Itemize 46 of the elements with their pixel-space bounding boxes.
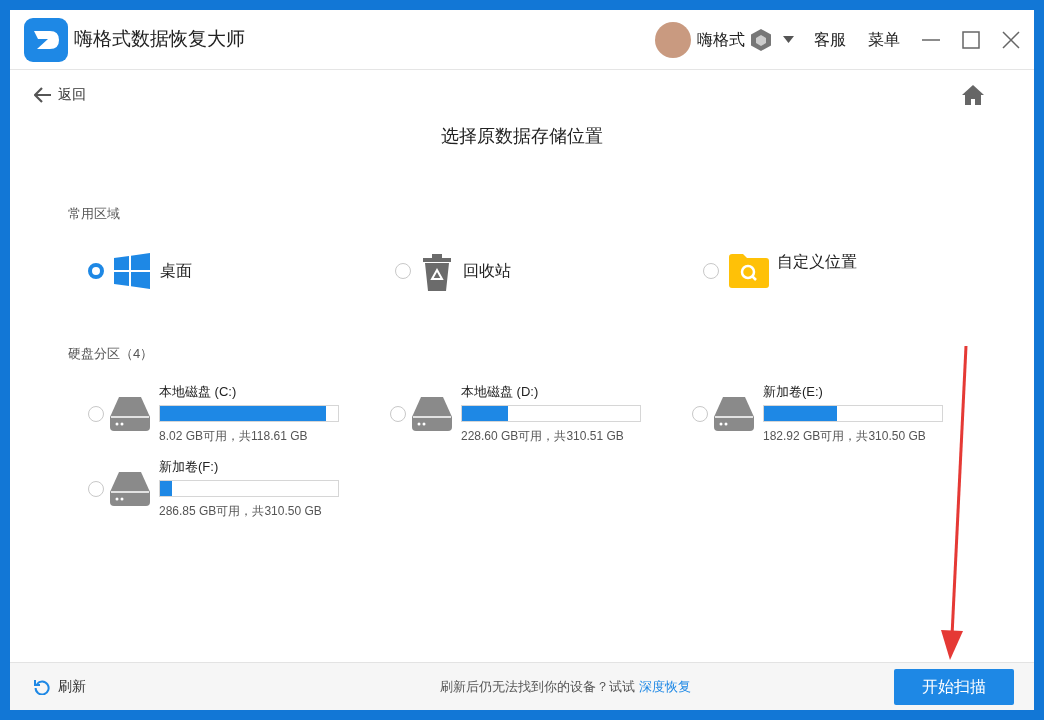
header-link[interactable]: 客服 (814, 27, 846, 52)
partition-name: 本地磁盘 (C:) (159, 383, 238, 401)
location-option[interactable]: 自定义位置 (776, 249, 857, 274)
back-button[interactable]: 返回 (34, 84, 86, 105)
windows-icon (114, 252, 150, 289)
app-logo-icon (24, 17, 68, 62)
hard-drive-icon (714, 396, 754, 431)
refresh-button[interactable]: 刷新 (34, 676, 86, 697)
badge-icon (751, 28, 771, 51)
radio-button[interactable] (702, 262, 719, 279)
radio-button[interactable] (390, 405, 406, 422)
avatar[interactable] (655, 21, 691, 58)
radio-button[interactable] (395, 262, 412, 279)
user-name: 嗨格式 (697, 29, 745, 50)
partition-name: 新加卷(E:) (763, 383, 824, 401)
partition-info: 8.02 GB可用，共118.61 GB (159, 428, 309, 444)
section-title: 常用区域 (68, 205, 120, 223)
page-heading: 选择原数据存储位置 (441, 125, 603, 148)
partition-name: 本地磁盘 (D:) (461, 383, 540, 401)
radio-button[interactable] (88, 262, 104, 279)
folder-search-icon (728, 253, 769, 288)
section-title: 硬盘分区（4） (68, 344, 154, 363)
dropdown-caret-icon[interactable] (783, 36, 794, 43)
hard-drive-icon (110, 396, 150, 431)
back-arrow-icon (34, 86, 52, 103)
hint-text: 刷新后仍无法找到你的设备？试试 (439, 677, 635, 696)
partition-info: 286.85 GB可用，共310.50 GB (159, 503, 323, 519)
radio-button[interactable] (88, 405, 104, 422)
home-icon[interactable] (962, 84, 984, 105)
start-scan-button[interactable]: 开始扫描 (894, 668, 1014, 705)
partition-name: 新加卷(F:) (159, 458, 220, 476)
radio-button[interactable] (692, 405, 708, 422)
deep-recovery-link[interactable]: 深度恢复 (638, 676, 691, 697)
partition-info: 182.92 GB可用，共310.50 GB (763, 428, 927, 444)
header-link[interactable]: 菜单 (868, 27, 900, 52)
window-title: 嗨格式数据恢复大师 (74, 27, 245, 52)
hard-drive-icon (110, 471, 150, 506)
minimize-icon[interactable] (922, 38, 940, 41)
maximize-icon[interactable] (962, 30, 980, 49)
hard-drive-icon (412, 396, 452, 431)
close-icon[interactable] (1002, 30, 1020, 49)
location-option[interactable]: 桌面 (160, 258, 192, 283)
partition-info: 228.60 GB可用，共310.51 GB (461, 428, 625, 444)
location-option[interactable]: 回收站 (463, 258, 512, 283)
refresh-icon (34, 678, 50, 695)
radio-button[interactable] (88, 480, 104, 497)
